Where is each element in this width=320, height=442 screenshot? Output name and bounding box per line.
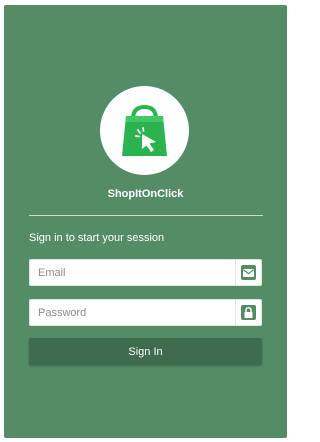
email-field xyxy=(29,259,262,286)
password-field xyxy=(29,299,262,326)
password-input[interactable] xyxy=(30,300,232,325)
logo xyxy=(100,86,189,175)
brand-name: ShopItOnClick xyxy=(107,188,184,200)
login-subtitle: Sign in to start your session xyxy=(29,232,165,244)
envelope-icon xyxy=(241,265,256,280)
lock-icon xyxy=(241,305,256,320)
sign-in-button[interactable]: Sign In xyxy=(29,338,262,365)
password-addon xyxy=(235,300,261,325)
email-input[interactable] xyxy=(30,260,232,285)
email-addon xyxy=(235,260,261,285)
shopping-bag-cursor-icon xyxy=(122,104,167,156)
divider xyxy=(29,215,263,216)
login-panel: ShopItOnClick Sign in to start your sess… xyxy=(4,5,287,438)
